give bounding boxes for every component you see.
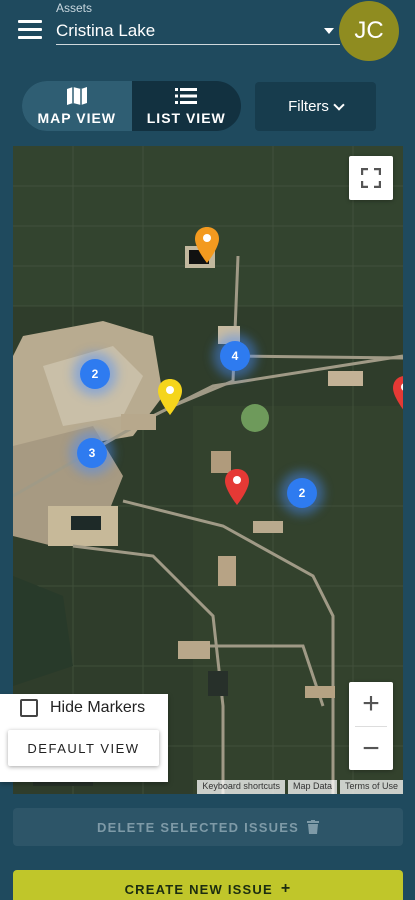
- keyboard-shortcuts-link[interactable]: Keyboard shortcuts: [197, 780, 285, 794]
- asset-label: Assets: [56, 1, 93, 15]
- avatar[interactable]: JC: [339, 1, 399, 61]
- map-attribution: Keyboard shortcuts Map Data Terms of Use: [194, 780, 403, 794]
- hide-markers-label: Hide Markers: [50, 699, 146, 716]
- marker-cluster[interactable]: 3: [77, 438, 107, 468]
- filters-button[interactable]: Filters: [255, 82, 376, 131]
- map-pin-yellow-icon[interactable]: [158, 379, 182, 415]
- zoom-controls: + −: [349, 682, 393, 770]
- terms-link[interactable]: Terms of Use: [339, 780, 403, 794]
- app-header: Assets Cristina Lake JC: [0, 0, 415, 62]
- list-view-label: LIST VIEW: [146, 110, 226, 126]
- delete-label: DELETE SELECTED ISSUES: [97, 819, 299, 835]
- trash-icon: [306, 820, 319, 834]
- caret-down-icon: [324, 28, 334, 34]
- marker-cluster[interactable]: 2: [80, 359, 110, 389]
- hide-markers-checkbox[interactable]: [20, 699, 38, 717]
- list-icon: [175, 86, 198, 106]
- plus-icon: +: [280, 880, 292, 897]
- map-pin-red-edge-icon[interactable]: [393, 376, 403, 412]
- map-icon: [66, 86, 88, 106]
- zoom-out-button[interactable]: −: [349, 727, 393, 771]
- zoom-in-button[interactable]: +: [349, 682, 393, 726]
- fullscreen-icon: [361, 168, 381, 188]
- map-pin-red-icon[interactable]: [225, 469, 249, 505]
- list-view-tab[interactable]: LIST VIEW: [132, 81, 242, 131]
- map-data-link[interactable]: Map Data: [287, 780, 337, 794]
- view-toggle: MAP VIEW LIST VIEW: [22, 81, 241, 131]
- create-new-issue-button[interactable]: CREATE NEW ISSUE +: [13, 870, 403, 900]
- asset-select[interactable]: Cristina Lake: [56, 18, 340, 45]
- create-label: CREATE NEW ISSUE: [124, 882, 273, 897]
- map-view-tab[interactable]: MAP VIEW: [22, 81, 132, 131]
- default-view-button[interactable]: DEFAULT VIEW: [8, 730, 159, 766]
- fullscreen-button[interactable]: [349, 156, 393, 200]
- delete-selected-issues-button[interactable]: DELETE SELECTED ISSUES: [13, 808, 403, 846]
- map-pin-orange-icon[interactable]: [195, 227, 219, 263]
- chevron-down-icon: [333, 98, 345, 111]
- asset-value: Cristina Lake: [56, 21, 156, 40]
- map-view-label: MAP VIEW: [37, 110, 117, 126]
- marker-cluster[interactable]: 4: [220, 341, 250, 371]
- filters-label: Filters: [288, 98, 329, 115]
- menu-icon[interactable]: [18, 20, 42, 40]
- marker-cluster[interactable]: 2: [287, 478, 317, 508]
